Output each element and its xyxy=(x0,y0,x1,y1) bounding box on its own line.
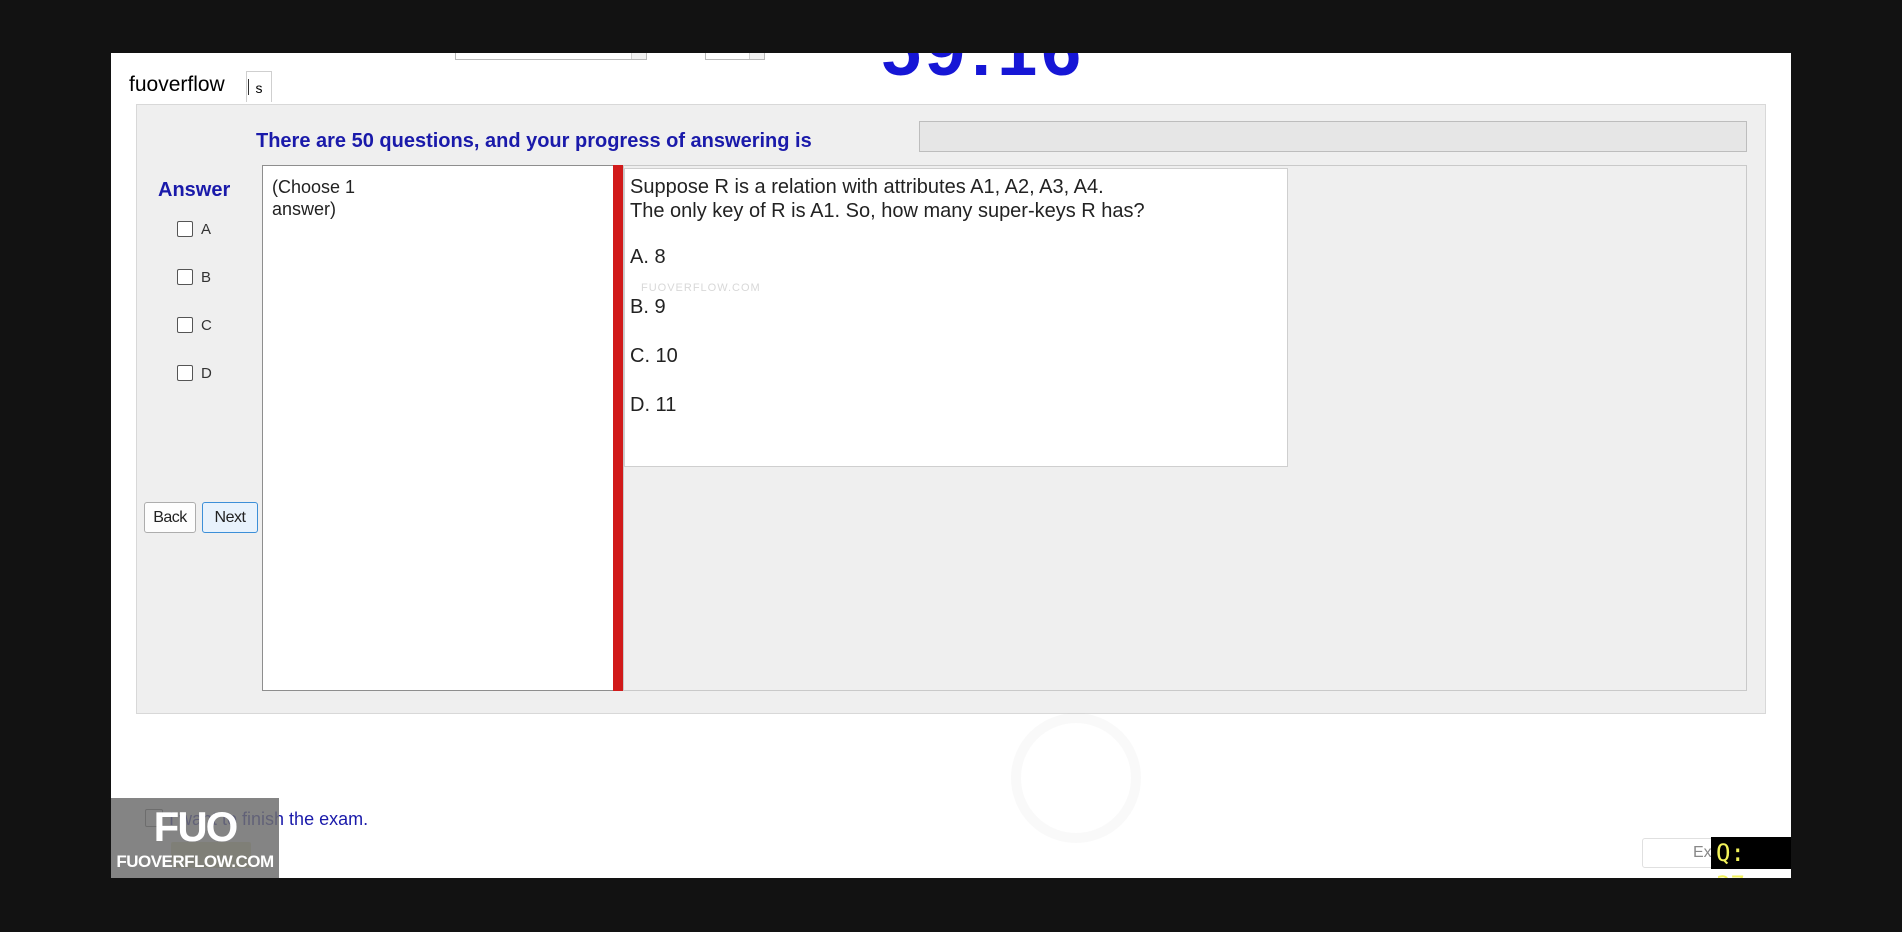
next-button[interactable]: Next xyxy=(202,502,258,533)
option-label: B xyxy=(201,268,212,286)
choice-b: B. 9 xyxy=(630,296,666,318)
logo-site: FUOVERFLOW.COM xyxy=(116,852,274,871)
top-dropdown[interactable] xyxy=(455,53,647,60)
fuoverflow-logo: FUO FUOVERFLOW.COM xyxy=(111,798,279,878)
checkbox-icon xyxy=(177,317,193,333)
chevron-down-icon xyxy=(631,53,646,59)
option-c-checkbox[interactable]: C xyxy=(177,314,212,336)
answer-hint: (Choose 1 answer) xyxy=(272,177,356,219)
choice-d: D. 11 xyxy=(630,394,677,416)
option-d-checkbox[interactable]: D xyxy=(177,362,212,384)
checkbox-icon xyxy=(177,221,193,237)
answer-textbox[interactable] xyxy=(262,165,614,691)
faint-watermark-text: FUOVERFLOW.COM xyxy=(641,282,761,294)
progress-label: There are 50 questions, and your progres… xyxy=(256,130,812,152)
checkbox-icon xyxy=(177,365,193,381)
option-label: A xyxy=(201,220,212,238)
option-b-checkbox[interactable]: B xyxy=(177,266,211,288)
watermark-ring xyxy=(1011,713,1141,843)
choice-a: A. 8 xyxy=(630,246,666,268)
option-a-checkbox[interactable]: A xyxy=(177,218,211,240)
top-small-dropdown[interactable] xyxy=(705,53,765,60)
splitter-bar[interactable] xyxy=(613,165,623,691)
tab-label[interactable]: fuoverflow xyxy=(129,73,225,97)
option-label: C xyxy=(201,316,212,334)
chevron-down-icon xyxy=(749,53,764,59)
option-label: D xyxy=(201,364,212,382)
progress-bar xyxy=(919,121,1747,152)
back-button[interactable]: Back xyxy=(144,502,196,533)
logo-mark: FUO xyxy=(153,803,239,850)
choice-c: C. 10 xyxy=(630,345,678,367)
text-cursor xyxy=(248,79,249,95)
question-text-line-1: Suppose R is a relation with attributes … xyxy=(630,176,1104,198)
tab-questions[interactable]: s xyxy=(246,71,272,102)
exam-timer: 59:16 xyxy=(881,53,1085,87)
answer-title: Answer xyxy=(158,179,231,201)
exit-button[interactable]: Exit xyxy=(1642,838,1722,868)
question-counter: Q: 37 xyxy=(1711,837,1791,878)
checkbox-icon xyxy=(177,269,193,285)
exam-window: 59:16 fuoverflow s There are 50 question… xyxy=(111,53,1791,878)
question-text-line-2: The only key of R is A1. So, how many su… xyxy=(630,200,1145,222)
